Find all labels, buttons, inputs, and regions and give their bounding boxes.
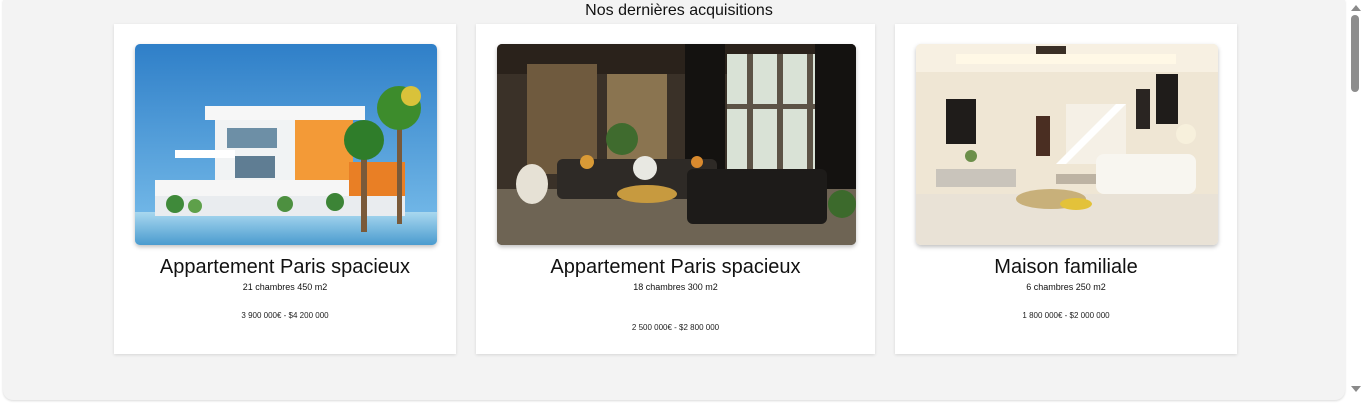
listing-photo-living-room[interactable] — [497, 44, 856, 245]
listing-card-3[interactable]: Maison familiale 6 chambres 250 m2 1 800… — [895, 24, 1237, 354]
listing-card-1[interactable]: Appartement Paris spacieux 21 chambres 4… — [114, 24, 456, 354]
listing-specs: 6 chambres 250 m2 — [1026, 282, 1106, 292]
listing-name[interactable]: Appartement Paris spacieux — [476, 256, 875, 279]
scroll-down-arrow-icon[interactable] — [1351, 386, 1361, 392]
scroll-up-arrow-icon[interactable] — [1351, 5, 1361, 11]
vertical-scrollbar[interactable] — [1347, 0, 1366, 403]
listing-photo-villa[interactable] — [135, 44, 437, 245]
listing-price: 1 800 000€ - $2 000 000 — [1022, 311, 1110, 320]
listing-price: 3 900 000€ - $4 200 000 — [241, 311, 329, 320]
listing-card-2[interactable]: Appartement Paris spacieux 18 chambres 3… — [476, 24, 875, 354]
listing-price: 2 500 000€ - $2 800 000 — [631, 323, 720, 332]
listing-specs: 21 chambres 450 m2 — [242, 282, 328, 292]
listing-name[interactable]: Maison familiale — [895, 256, 1237, 279]
section-title: Nos dernières acquisitions — [585, 2, 773, 19]
listing-specs: 18 chambres 300 m2 — [633, 282, 718, 292]
scrollbar-thumb[interactable] — [1351, 15, 1359, 92]
page-viewport: Nos dernières acquisitions Appartement P… — [3, 0, 1345, 400]
listing-name[interactable]: Appartement Paris spacieux — [114, 256, 456, 279]
listing-photo-family-house[interactable] — [916, 44, 1218, 245]
